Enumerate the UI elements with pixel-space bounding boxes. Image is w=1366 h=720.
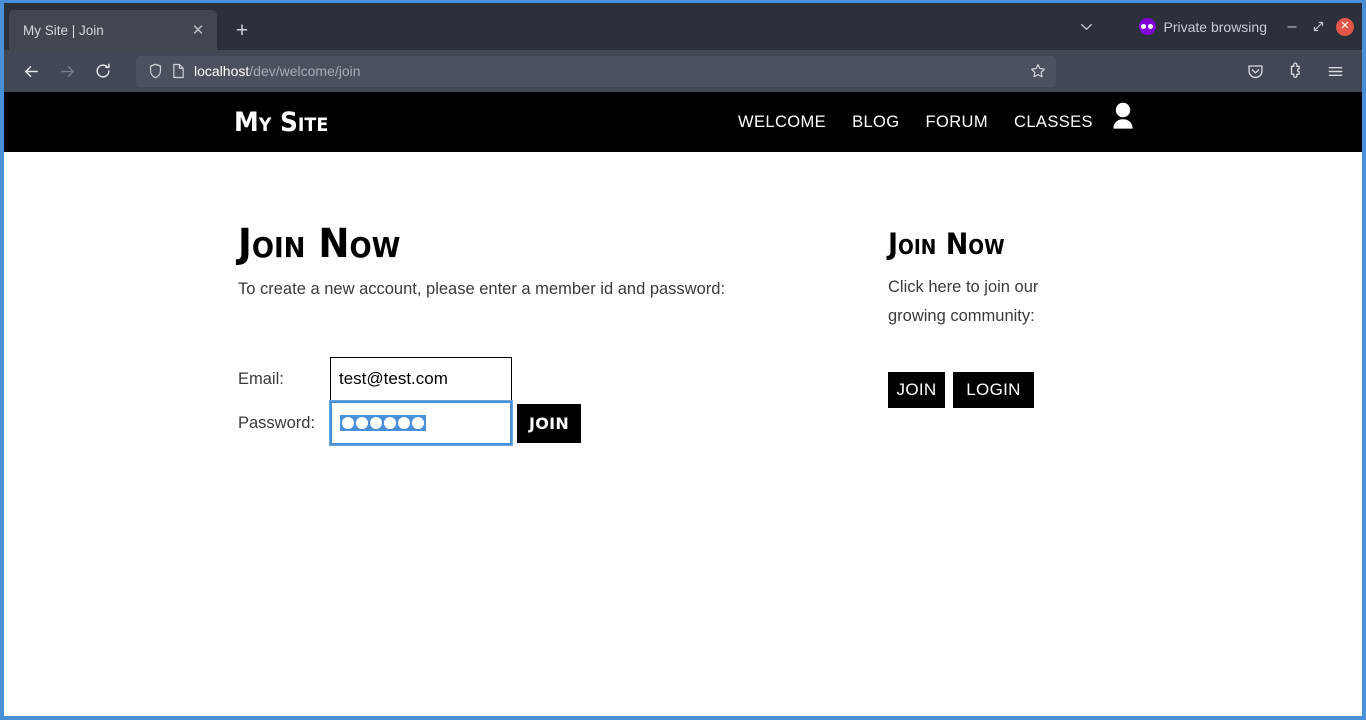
page-lead-text: To create a new account, please enter a … (238, 280, 726, 298)
close-window-button[interactable]: ✕ (1336, 17, 1354, 36)
sidebar-title: Join Now (888, 227, 1005, 261)
password-row: Password: JOIN (238, 400, 858, 447)
page-title: Join Now (238, 221, 401, 267)
close-icon[interactable]: ✕ (187, 19, 209, 41)
email-input[interactable]: test@test.com (330, 357, 512, 402)
tab-strip-right: Private browsing – ✕ (1069, 3, 1363, 50)
email-label: Email: (238, 369, 284, 388)
site-header: My Site WELCOME BLOG FORUM CLASSES (4, 92, 1362, 152)
main-column: Join Now To create a new account, please… (238, 221, 858, 447)
back-arrow-icon[interactable] (14, 55, 48, 87)
nav-link-forum[interactable]: FORUM (926, 113, 1015, 132)
sidebar-buttons: JOIN LOGIN (888, 371, 1118, 408)
password-masked-value (340, 415, 426, 432)
site-brand[interactable]: My Site (234, 107, 328, 138)
private-browsing-indicator: Private browsing (1138, 18, 1268, 35)
sidebar-text: Click here to join our growing community… (888, 278, 1039, 325)
url-path: /dev/welcome/join (249, 63, 361, 79)
join-submit-button[interactable]: JOIN (517, 403, 581, 443)
new-tab-button[interactable]: + (225, 13, 259, 47)
nav-link-classes[interactable]: CLASSES (1014, 113, 1119, 132)
browser-toolbar: localhost/dev/welcome/join (4, 50, 1362, 92)
sidebar-login-button[interactable]: LOGIN (953, 371, 1034, 408)
sidebar: Join Now Click here to join our growing … (888, 230, 1118, 408)
nav-link-welcome[interactable]: WELCOME (738, 113, 852, 132)
maximize-button[interactable] (1305, 14, 1331, 40)
url-bar[interactable]: localhost/dev/welcome/join (136, 55, 1056, 87)
browser-chrome: My Site | Join ✕ + Private browsing – ✕ (4, 3, 1362, 716)
browser-tab[interactable]: My Site | Join ✕ (9, 10, 217, 50)
sidebar-join-button[interactable]: JOIN (888, 371, 945, 408)
private-browsing-label: Private browsing (1163, 18, 1268, 35)
email-row: Email: test@test.com (238, 357, 858, 402)
browser-window: My Site | Join ✕ + Private browsing – ✕ (0, 0, 1366, 720)
minimize-button[interactable]: – (1279, 14, 1305, 40)
page-viewport: My Site WELCOME BLOG FORUM CLASSES Join … (4, 92, 1362, 716)
pocket-save-icon[interactable] (1238, 55, 1272, 87)
hamburger-menu-icon[interactable] (1318, 55, 1352, 87)
toolbar-right (1230, 55, 1352, 87)
nav-link-blog[interactable]: BLOG (852, 113, 925, 132)
shield-icon[interactable] (148, 63, 163, 79)
reload-icon[interactable] (86, 55, 120, 87)
user-avatar-icon[interactable] (1108, 99, 1138, 133)
url-text[interactable]: localhost/dev/welcome/join (194, 63, 1021, 79)
password-label: Password: (238, 413, 316, 432)
url-host: localhost (194, 63, 250, 79)
star-icon[interactable] (1030, 63, 1046, 79)
forward-arrow-icon (50, 55, 84, 87)
tab-strip: My Site | Join ✕ + Private browsing – ✕ (4, 3, 1362, 50)
extensions-icon[interactable] (1278, 55, 1312, 87)
site-navigation: WELCOME BLOG FORUM CLASSES (738, 113, 1119, 132)
join-form: Email: test@test.com Password: JOIN (238, 357, 858, 447)
tab-title: My Site | Join (23, 22, 104, 38)
chevron-down-icon[interactable] (1069, 9, 1105, 45)
private-mask-icon (1138, 18, 1156, 35)
password-input[interactable] (329, 400, 513, 447)
page-document-icon (172, 63, 185, 79)
